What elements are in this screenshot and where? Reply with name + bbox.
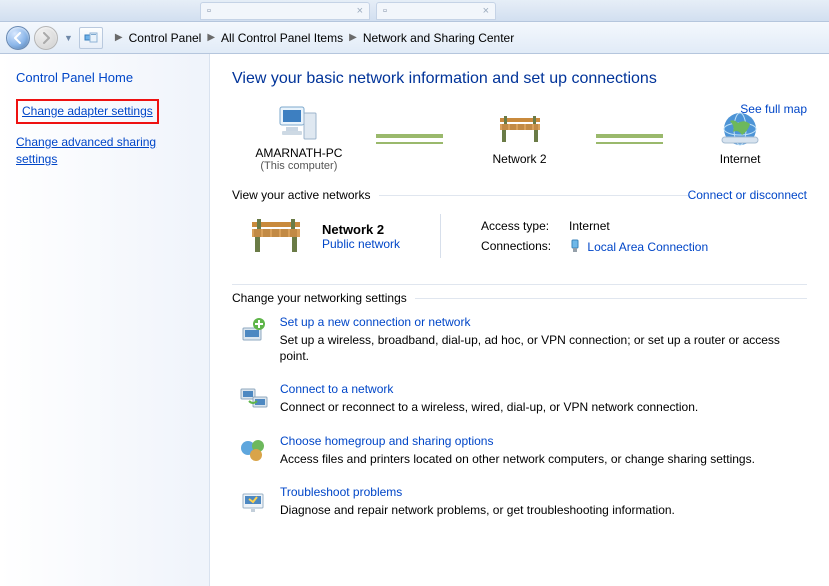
divider xyxy=(232,284,807,285)
highlight-annotation: Change adapter settings xyxy=(16,99,159,124)
connect-disconnect-link[interactable]: Connect or disconnect xyxy=(688,188,807,202)
map-node-sublabel: (This computer) xyxy=(260,160,337,172)
section-change-settings: Change your networking settings xyxy=(232,291,807,305)
change-adapter-settings-link[interactable]: Change adapter settings xyxy=(22,103,153,120)
up-level-button[interactable] xyxy=(79,27,103,49)
setting-desc: Diagnose and repair network problems, or… xyxy=(280,502,675,518)
setting-desc: Set up a wireless, broadband, dial-up, a… xyxy=(280,332,807,364)
setting-homegroup[interactable]: Choose homegroup and sharing options Acc… xyxy=(238,434,807,467)
setting-troubleshoot[interactable]: Troubleshoot problems Diagnose and repai… xyxy=(238,485,807,518)
breadcrumb: ▶ Control Panel ▶ All Control Panel Item… xyxy=(107,31,514,45)
setting-desc: Connect or reconnect to a wireless, wire… xyxy=(280,399,698,415)
divider xyxy=(415,298,807,299)
back-button[interactable] xyxy=(6,26,30,50)
page-icon: ▫ xyxy=(383,5,387,17)
map-connector-icon xyxy=(376,136,443,138)
navbar: ▼ ▶ Control Panel ▶ All Control Panel It… xyxy=(0,22,829,54)
section-active-networks: View your active networks Connect or dis… xyxy=(232,188,807,202)
sidebar: Control Panel Home Change adapter settin… xyxy=(0,54,210,586)
network-details: Access type: Internet Connections: Local… xyxy=(481,214,708,258)
nic-icon xyxy=(569,239,581,253)
content-area: View your basic network information and … xyxy=(210,54,829,586)
map-node-internet[interactable]: Internet xyxy=(673,108,807,166)
setting-link[interactable]: Set up a new connection or network xyxy=(280,315,471,329)
control-panel-home-link[interactable]: Control Panel Home xyxy=(16,70,199,85)
forward-button xyxy=(34,26,58,50)
computer-icon xyxy=(275,102,323,144)
setting-link[interactable]: Connect to a network xyxy=(280,382,393,396)
network-name-block: Network 2 Public network xyxy=(322,214,400,258)
browser-tab-strip: ▫ × ▫ × xyxy=(0,0,829,22)
connections-label: Connections: xyxy=(481,239,569,254)
close-icon[interactable]: × xyxy=(357,5,363,17)
chevron-right-icon[interactable]: ▶ xyxy=(113,32,125,43)
recent-dropdown-icon[interactable]: ▼ xyxy=(62,33,75,43)
new-connection-icon xyxy=(238,315,270,347)
map-node-computer[interactable]: AMARNATH-PC (This computer) xyxy=(232,102,366,172)
browser-tab-1[interactable]: ▫ × xyxy=(200,2,370,20)
change-advanced-sharing-link[interactable]: Change advanced sharing settings xyxy=(16,134,176,168)
map-node-label: Network 2 xyxy=(492,152,546,166)
troubleshoot-icon xyxy=(238,485,270,517)
page-icon: ▫ xyxy=(207,5,211,17)
setting-connect-network[interactable]: Connect to a network Connect or reconnec… xyxy=(238,382,807,415)
setting-desc: Access files and printers located on oth… xyxy=(280,451,755,467)
map-node-network[interactable]: Network 2 xyxy=(453,108,587,166)
network-type-link[interactable]: Public network xyxy=(322,237,400,251)
map-node-label: Internet xyxy=(720,152,761,166)
divider xyxy=(440,214,441,258)
map-node-label: AMARNATH-PC xyxy=(255,146,342,160)
breadcrumb-network-sharing[interactable]: Network and Sharing Center xyxy=(363,31,514,45)
connection-link[interactable]: Local Area Connection xyxy=(587,240,708,254)
homegroup-icon xyxy=(238,434,270,466)
setting-new-connection[interactable]: Set up a new connection or network Set u… xyxy=(238,315,807,364)
globe-icon xyxy=(716,108,764,150)
map-connector-icon xyxy=(596,136,663,138)
breadcrumb-control-panel[interactable]: Control Panel xyxy=(129,31,202,45)
breadcrumb-all-items[interactable]: All Control Panel Items xyxy=(221,31,343,45)
page-title: View your basic network information and … xyxy=(232,70,807,88)
access-type-value: Internet xyxy=(569,219,708,233)
connect-network-icon xyxy=(238,382,270,414)
chevron-right-icon[interactable]: ▶ xyxy=(347,32,359,43)
setting-link[interactable]: Choose homegroup and sharing options xyxy=(280,434,493,448)
browser-tab-2[interactable]: ▫ × xyxy=(376,2,496,20)
network-map: AMARNATH-PC (This computer) xyxy=(232,102,807,172)
settings-list: Set up a new connection or network Set u… xyxy=(232,305,807,518)
bench-icon xyxy=(496,108,544,150)
section-label: View your active networks xyxy=(232,188,371,202)
setting-link[interactable]: Troubleshoot problems xyxy=(280,485,402,499)
network-name: Network 2 xyxy=(322,222,400,237)
chevron-right-icon[interactable]: ▶ xyxy=(205,32,217,43)
access-type-label: Access type: xyxy=(481,219,569,233)
active-network-block: Network 2 Public network Access type: In… xyxy=(232,202,807,274)
section-label: Change your networking settings xyxy=(232,291,407,305)
divider xyxy=(379,195,688,196)
bench-icon xyxy=(248,214,304,258)
close-icon[interactable]: × xyxy=(483,5,489,17)
